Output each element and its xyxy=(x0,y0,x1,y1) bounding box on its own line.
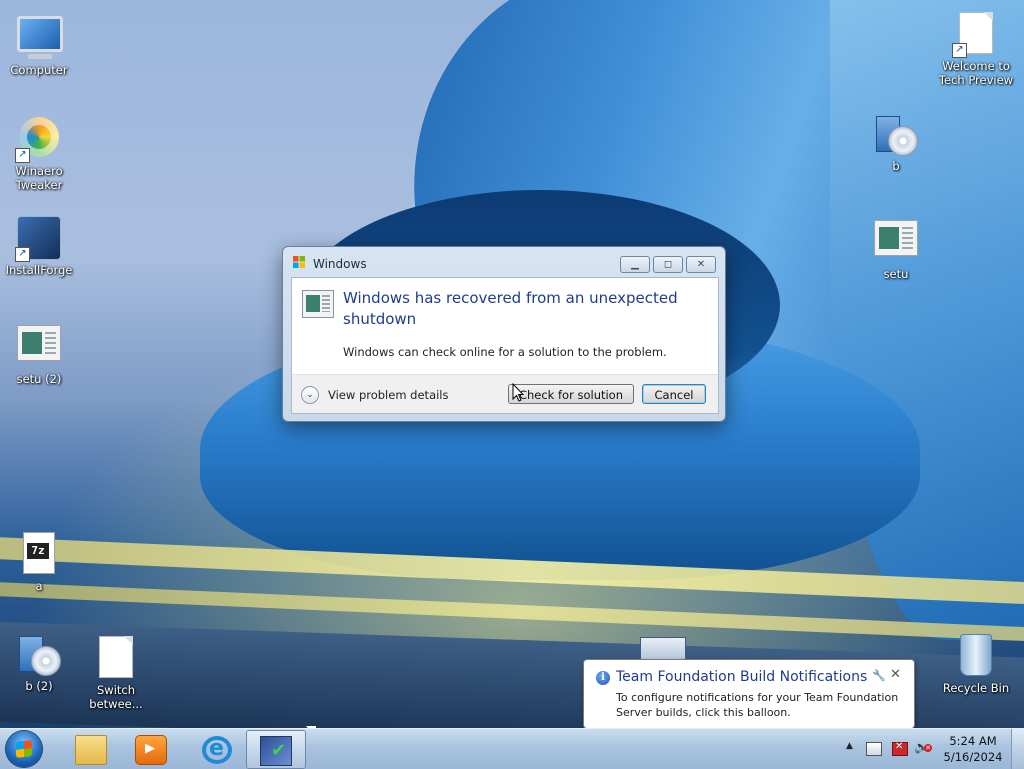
shortcut-arrow-icon: ↗ xyxy=(15,148,30,163)
folder-icon xyxy=(75,735,107,765)
balloon-close-icon[interactable]: ✕ xyxy=(890,667,901,682)
taskbar-internet-explorer[interactable] xyxy=(186,730,242,767)
computer-icon xyxy=(17,16,63,60)
recycle-bin-icon xyxy=(954,634,998,678)
winaero-tweaker-icon: ↗ xyxy=(15,117,61,163)
dialog-body-text: Windows can check online for a solution … xyxy=(343,345,667,359)
program-window-icon xyxy=(302,290,334,318)
check-for-solution-button[interactable]: Check for solution xyxy=(508,384,634,404)
close-icon: ✕ xyxy=(696,259,706,270)
windows-logo-icon xyxy=(16,740,32,758)
setup-program-icon xyxy=(874,220,918,264)
recovery-dialog: Windows ▁ ◻ ✕ Windows has recovered from… xyxy=(282,246,726,422)
desktop-icon-label: a xyxy=(35,579,43,593)
minimize-button[interactable]: ▁ xyxy=(620,256,650,273)
taskbar-windows-explorer[interactable] xyxy=(62,730,118,767)
desktop-icon-label: setu xyxy=(883,267,909,281)
details-label: View problem details xyxy=(328,388,449,402)
clock-date: 5/16/2024 xyxy=(943,750,1003,764)
start-button[interactable] xyxy=(6,731,42,767)
desktop-icon-computer[interactable]: Computer xyxy=(1,10,77,77)
internet-explorer-icon xyxy=(202,736,232,764)
clock[interactable]: 5:24 AM 5/16/2024 xyxy=(938,733,1008,765)
balloon-text: To configure notifications for your Team… xyxy=(616,691,899,719)
desktop-icon-b[interactable]: b xyxy=(858,112,934,173)
minimize-icon: ▁ xyxy=(631,259,639,270)
maximize-button[interactable]: ◻ xyxy=(653,256,683,273)
desktop-icon-label: Computer xyxy=(10,63,68,77)
desktop-icon-label: Switch betwee... xyxy=(89,683,143,711)
taskbar-media-player[interactable] xyxy=(122,730,178,767)
desktop-icon-label: Recycle Bin xyxy=(942,681,1010,695)
desktop-icon-switch-between[interactable]: Switch betwee... xyxy=(78,634,154,711)
dialog-heading: Windows has recovered from an unexpected… xyxy=(343,289,678,328)
disc-installer-icon xyxy=(17,632,61,676)
clock-time: 5:24 AM xyxy=(949,734,997,748)
document-icon xyxy=(94,636,138,680)
balloon-title: Team Foundation Build Notifications xyxy=(616,669,868,685)
desktop-icon-welcome[interactable]: ↗ Welcome to Tech Preview xyxy=(936,10,1016,87)
chevron-up-icon[interactable]: ▲ xyxy=(846,741,853,751)
view-problem-details-toggle[interactable]: ⌄ View problem details xyxy=(301,386,449,404)
desktop-icon-recycle-bin[interactable]: Recycle Bin xyxy=(936,632,1016,695)
desktop-icon-installforge[interactable]: ↗ InstallForge xyxy=(1,216,77,277)
desktop-icon-label: setu (2) xyxy=(16,372,62,386)
chevron-down-icon: ⌄ xyxy=(301,386,319,404)
muted-badge-icon: ✕ xyxy=(924,744,932,752)
desktop-icon-a[interactable]: 7z a xyxy=(1,530,77,593)
desktop-icon-setu[interactable]: setu xyxy=(858,215,934,281)
dialog-footer: ⌄ View problem details Check for solutio… xyxy=(291,374,719,414)
window-icon[interactable] xyxy=(640,637,686,660)
media-player-icon xyxy=(135,735,167,765)
shortcut-arrow-icon: ↗ xyxy=(952,43,967,58)
mouse-cursor-icon xyxy=(512,383,525,402)
taskbar: ▲ 🔈 ✕ 5:24 AM 5/16/2024 xyxy=(0,728,1024,769)
restore-icon: ◻ xyxy=(663,259,673,270)
wallpaper-right-panel xyxy=(830,0,1024,640)
setup-program-icon xyxy=(17,325,61,369)
notification-balloon[interactable]: i Team Foundation Build Notifications 🔧 … xyxy=(583,659,915,729)
document-icon: ↗ xyxy=(952,12,998,58)
dialog-content: Windows has recovered from an unexpected… xyxy=(291,277,719,374)
desktop-icon-label: Welcome to Tech Preview xyxy=(938,59,1014,87)
network-icon[interactable] xyxy=(866,742,882,756)
desktop-icon-winaero-tweaker[interactable]: ↗ Winaero Tweaker xyxy=(1,115,77,192)
desktop-icon-label: b (2) xyxy=(25,679,53,693)
dialog-titlebar[interactable]: Windows ▁ ◻ ✕ xyxy=(283,247,725,275)
desktop-icon-label: InstallForge xyxy=(5,263,73,277)
cancel-button[interactable]: Cancel xyxy=(642,384,706,404)
dialog-title: Windows xyxy=(313,257,367,271)
installforge-icon: ↗ xyxy=(15,216,61,262)
setup-check-icon xyxy=(260,736,292,766)
desktop-icon-b-2[interactable]: b (2) xyxy=(1,632,77,693)
desktop-icon-setu-2[interactable]: setu (2) xyxy=(1,320,77,386)
show-desktop-button[interactable] xyxy=(1011,729,1024,769)
wrench-options-icon[interactable]: 🔧 xyxy=(872,669,886,682)
windows-logo-icon xyxy=(293,256,305,268)
close-button[interactable]: ✕ xyxy=(686,256,716,273)
info-icon: i xyxy=(596,671,610,685)
desktop-icon-label: Winaero Tweaker xyxy=(15,164,63,192)
build-notification-icon[interactable] xyxy=(892,741,908,756)
shortcut-arrow-icon: ↗ xyxy=(15,247,30,262)
desktop-icon-label: b xyxy=(892,159,900,173)
taskbar-setup-active[interactable] xyxy=(246,730,306,769)
disc-installer-icon xyxy=(874,112,918,156)
7z-archive-icon: 7z xyxy=(17,532,61,576)
